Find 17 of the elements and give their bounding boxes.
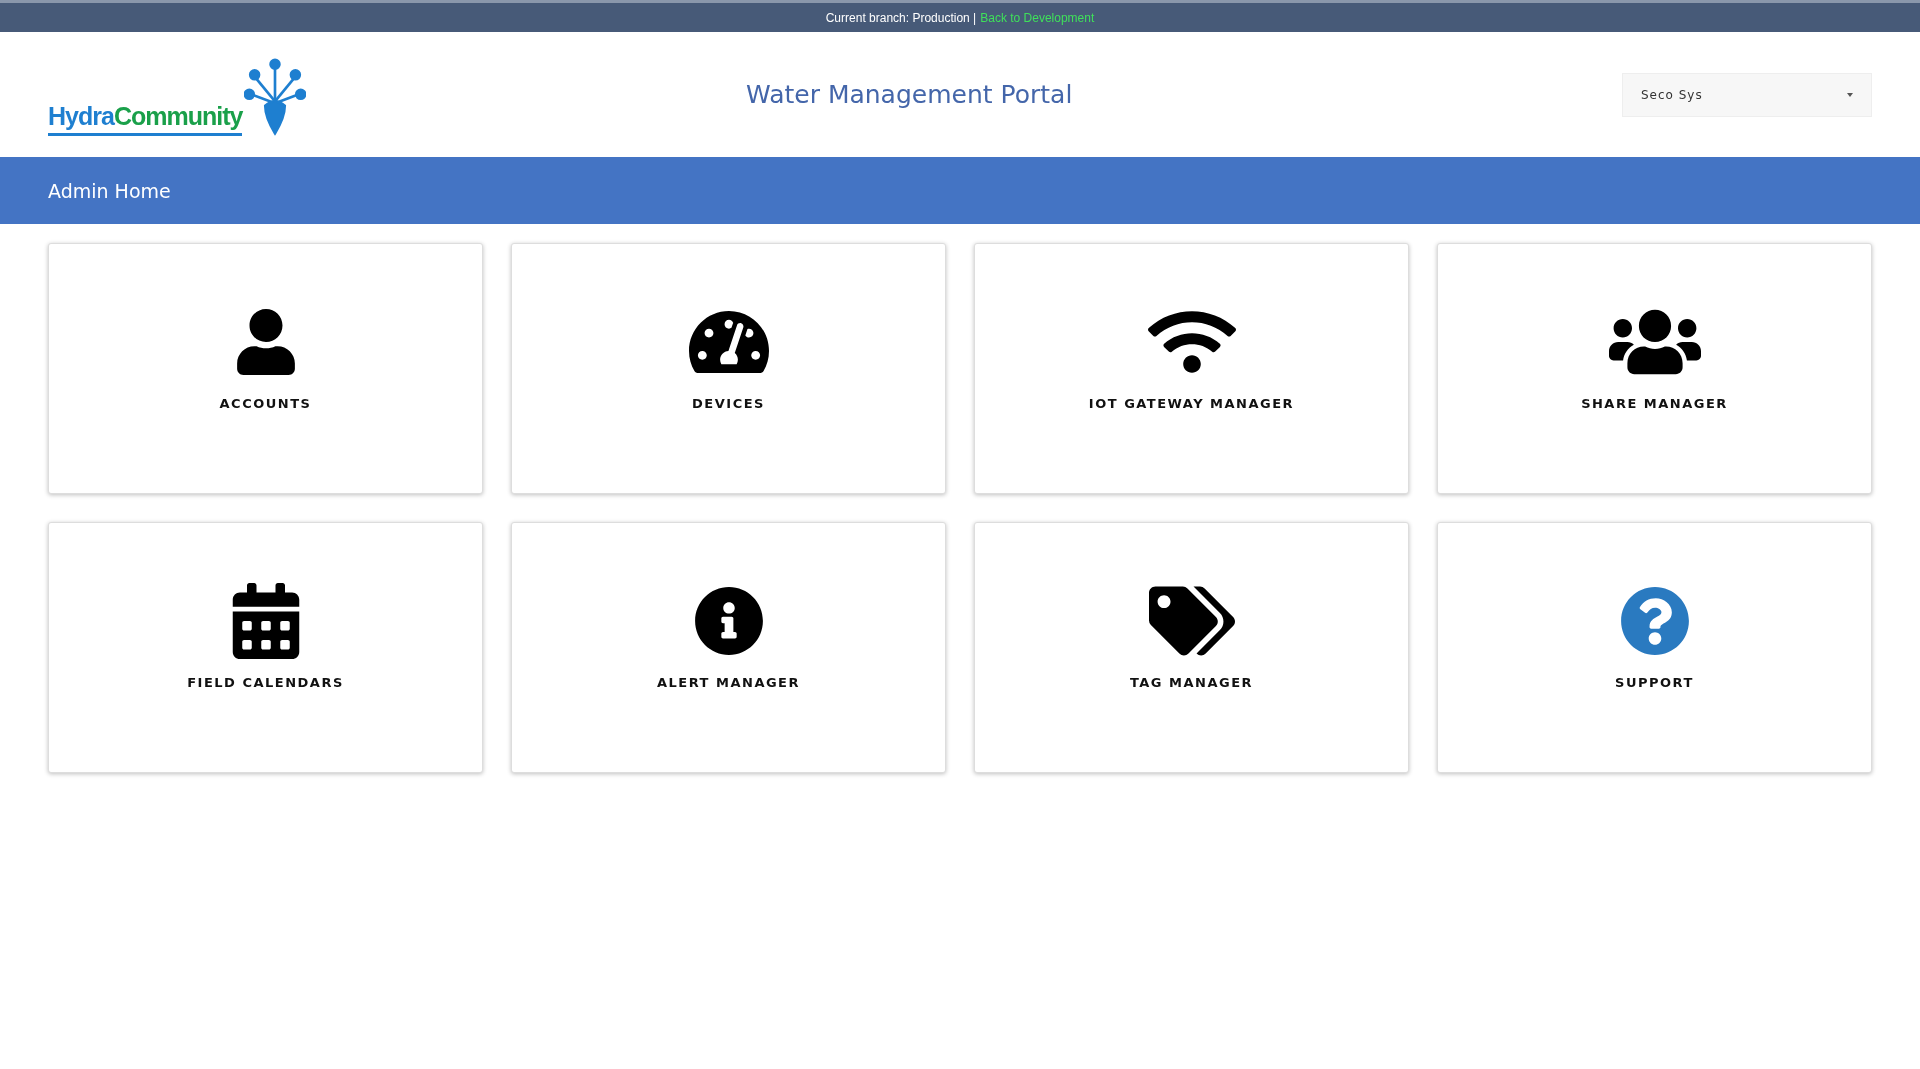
menu-tile[interactable]: ACCOUNTS bbox=[48, 243, 483, 494]
menu-tile[interactable]: SHARE MANAGER bbox=[1437, 243, 1872, 494]
caret-icon bbox=[1847, 92, 1853, 97]
menu-tile[interactable]: IOT GATEWAY MANAGER bbox=[974, 243, 1409, 494]
page-title: Admin Home bbox=[48, 179, 171, 202]
menu-tile[interactable]: DEVICES bbox=[511, 243, 946, 494]
info-icon bbox=[693, 586, 764, 656]
question-icon bbox=[1619, 586, 1690, 656]
account-select[interactable]: Seco Sys bbox=[1622, 72, 1872, 117]
back-to-development-link[interactable]: Back to Development bbox=[980, 10, 1095, 25]
menu-tile[interactable]: ALERT MANAGER bbox=[511, 522, 946, 773]
menu-tile[interactable]: FIELD CALENDARS bbox=[48, 522, 483, 773]
logo-text: HydraCommunity bbox=[48, 101, 243, 136]
menu-tile[interactable]: TAG MANAGER bbox=[974, 522, 1409, 773]
menu-tile[interactable]: SUPPORT bbox=[1437, 522, 1872, 773]
portal-title: Water Management Portal bbox=[746, 80, 1073, 109]
branch-text: Current branch: Production | bbox=[825, 10, 977, 25]
